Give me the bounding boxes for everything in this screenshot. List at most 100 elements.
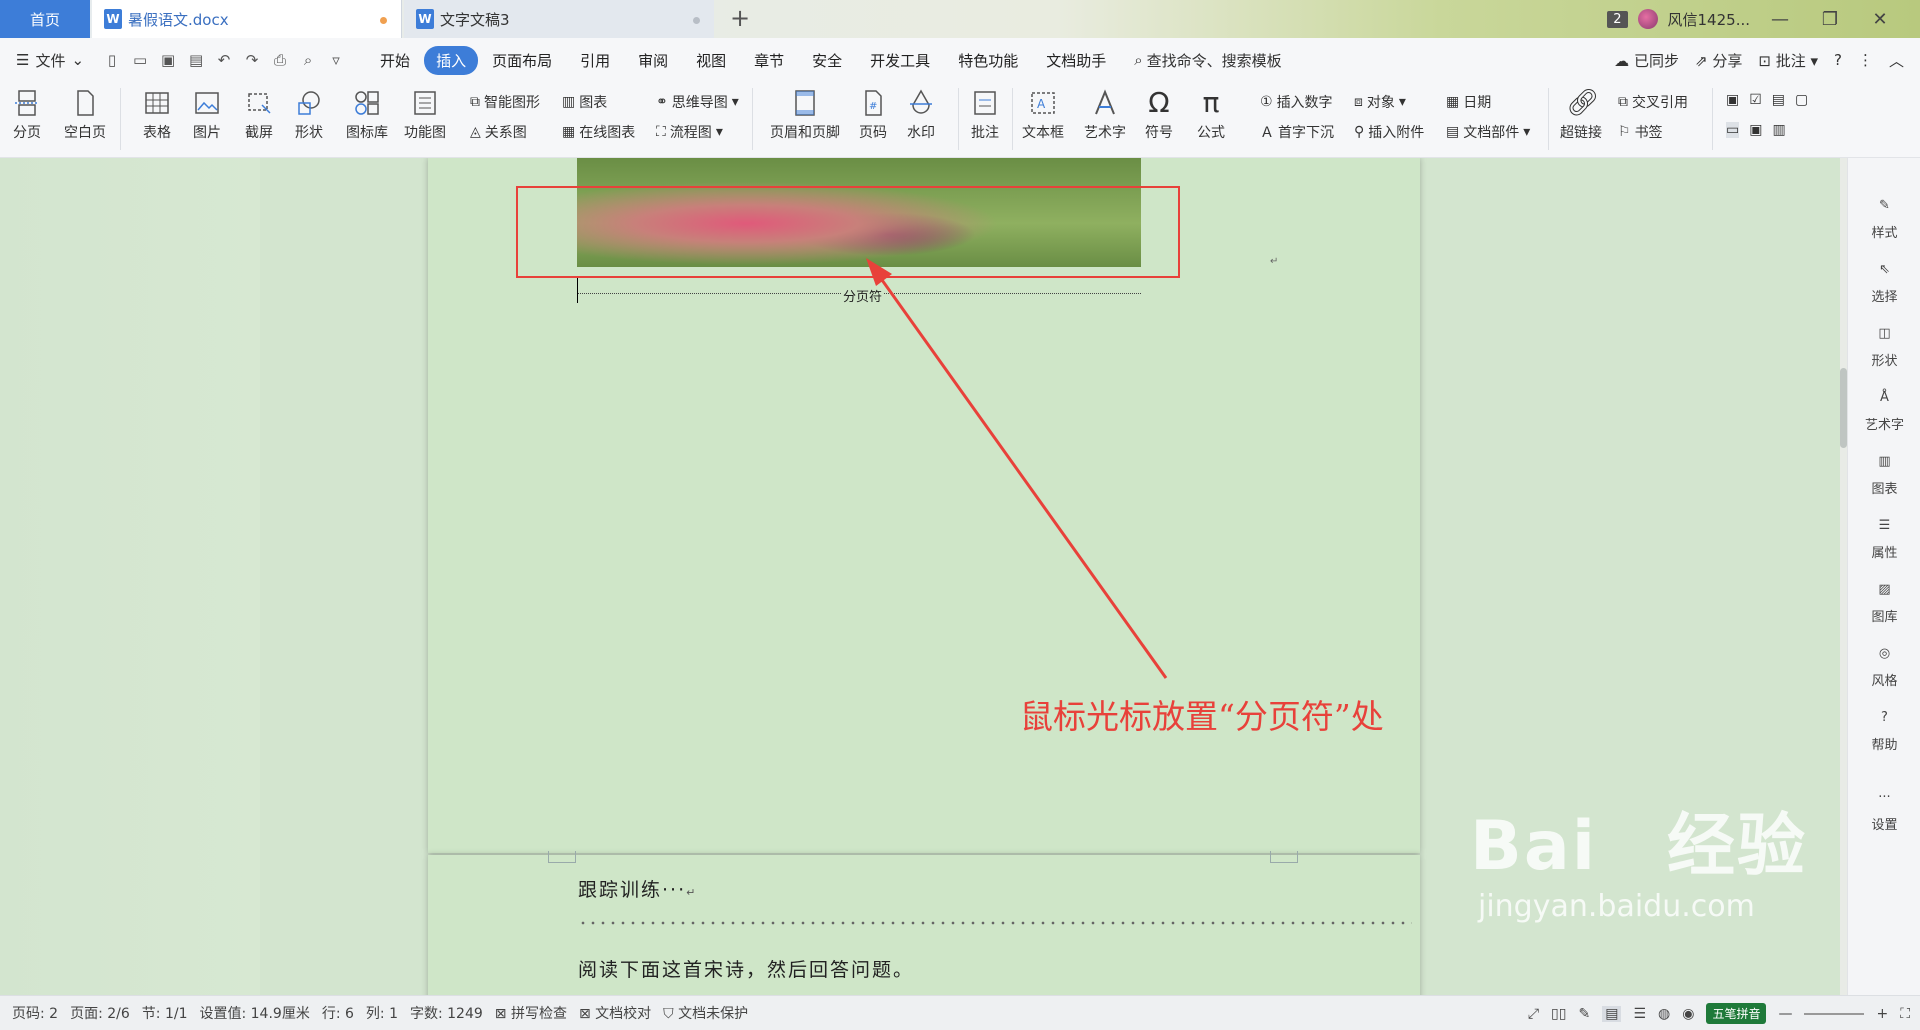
- mind-map-button[interactable]: ⚭ 思维导图 ▾: [656, 92, 739, 112]
- table-button[interactable]: 表格: [142, 88, 172, 142]
- tab-document-2[interactable]: W 文字文稿3: [404, 0, 714, 38]
- screenshot-button[interactable]: 截屏: [244, 88, 274, 142]
- panel-shape-button[interactable]: ◫ 形状: [1848, 326, 1920, 369]
- tab-references[interactable]: 引用: [566, 46, 624, 75]
- page-number-button[interactable]: # 页码: [858, 88, 888, 142]
- save-as-icon[interactable]: ▤: [186, 50, 206, 70]
- status-section[interactable]: 节: 1/1: [142, 1003, 188, 1023]
- eye-protect-icon[interactable]: ◉: [1682, 1006, 1694, 1022]
- wordart-button[interactable]: 艺术字: [1084, 88, 1126, 142]
- status-setting[interactable]: 设置值: 14.9厘米: [199, 1003, 309, 1023]
- zoom-slider[interactable]: [1804, 1012, 1865, 1015]
- close-icon[interactable]: ✕: [1860, 9, 1900, 30]
- layout-option-icon[interactable]: ▣: [1749, 122, 1762, 138]
- fullscreen-icon[interactable]: ⤢: [1528, 1006, 1539, 1022]
- command-search[interactable]: ⌕ 查找命令、搜索模板: [1120, 50, 1295, 71]
- minimize-icon[interactable]: —: [1760, 9, 1800, 30]
- cross-ref-button[interactable]: ⧉ 交叉引用: [1618, 92, 1688, 112]
- tab-home[interactable]: 首页: [0, 0, 90, 38]
- flow-chart-button[interactable]: ⛶ 流程图 ▾: [656, 122, 723, 142]
- tab-insert[interactable]: 插入: [424, 45, 479, 75]
- watermark-button[interactable]: 水印: [906, 88, 936, 142]
- status-col[interactable]: 列: 1: [366, 1003, 398, 1023]
- panel-properties-button[interactable]: ☰ 属性: [1848, 518, 1920, 561]
- open-folder-icon[interactable]: ▭: [130, 50, 150, 70]
- status-page[interactable]: 页面: 2/6: [70, 1003, 130, 1023]
- undo-icon[interactable]: ↶: [214, 50, 234, 70]
- edit-mode-icon[interactable]: ✎: [1578, 1006, 1590, 1022]
- read-mode-icon[interactable]: ▯▯: [1551, 1006, 1566, 1022]
- fit-window-icon[interactable]: ⛶: [1900, 1006, 1910, 1022]
- tab-developer[interactable]: 开发工具: [856, 46, 944, 75]
- doc-protect-button[interactable]: ⛉ 文档未保护: [663, 1003, 748, 1023]
- print-preview-icon[interactable]: ⌕: [298, 50, 318, 70]
- doc-proof-button[interactable]: ⊠ 文档校对: [579, 1003, 651, 1023]
- date-button[interactable]: ▦ 日期: [1446, 92, 1491, 112]
- avatar[interactable]: [1637, 9, 1658, 29]
- collapse-ribbon-icon[interactable]: ︿: [1889, 50, 1904, 71]
- web-view-icon[interactable]: ◍: [1658, 1006, 1670, 1022]
- smart-graphic-button[interactable]: ⧉ 智能图形: [470, 92, 540, 112]
- print-icon[interactable]: ⎙: [270, 50, 290, 70]
- zoom-out-icon[interactable]: —: [1778, 1006, 1792, 1022]
- more-icon[interactable]: ⋮: [1858, 51, 1873, 69]
- tab-start[interactable]: 开始: [366, 46, 424, 75]
- relation-chart-button[interactable]: ◬ 关系图: [470, 122, 527, 142]
- picture-button[interactable]: 图片: [192, 88, 222, 142]
- tab-security[interactable]: 安全: [798, 46, 856, 75]
- page-view-icon[interactable]: ▤: [1602, 1005, 1622, 1022]
- hyperlink-button[interactable]: 🔗︎ 超链接: [1560, 88, 1602, 142]
- spell-check-button[interactable]: ⊠ 拼写检查: [495, 1003, 567, 1023]
- tab-close-dot-icon[interactable]: [693, 17, 700, 24]
- tab-doc-assistant[interactable]: 文档助手: [1032, 46, 1120, 75]
- customize-dropdown-icon[interactable]: ▿: [326, 50, 346, 70]
- func-chart-button[interactable]: 功能图: [404, 88, 446, 142]
- shape-button[interactable]: 形状: [294, 88, 324, 142]
- tab-view[interactable]: 视图: [682, 46, 740, 75]
- online-chart-button[interactable]: ▦ 在线图表: [562, 122, 635, 142]
- panel-select-button[interactable]: ⇖ 选择: [1848, 262, 1920, 305]
- tab-features[interactable]: 特色功能: [944, 46, 1032, 75]
- bookmark-button[interactable]: ⚐ 书签: [1618, 122, 1663, 142]
- vertical-scrollbar[interactable]: [1840, 158, 1847, 995]
- formula-button[interactable]: π 公式: [1196, 88, 1226, 142]
- panel-wordart-button[interactable]: Å 艺术字: [1848, 390, 1920, 433]
- textbox-button[interactable]: A 文本框: [1022, 88, 1064, 142]
- window-count-badge[interactable]: 2: [1607, 10, 1628, 28]
- panel-style-button[interactable]: ✎ 样式: [1848, 198, 1920, 241]
- comment-menu-button[interactable]: ⊡ 批注 ▾: [1758, 50, 1818, 71]
- insert-number-button[interactable]: ① 插入数字: [1260, 92, 1333, 112]
- layout-option-icon[interactable]: ▢: [1795, 92, 1808, 108]
- page-break-button[interactable]: 分页: [12, 88, 42, 142]
- header-footer-button[interactable]: 页眉和页脚: [770, 88, 840, 142]
- layout-option-icon[interactable]: ▭: [1726, 122, 1740, 138]
- outline-view-icon[interactable]: ☰: [1633, 1006, 1646, 1022]
- status-page-code[interactable]: 页码: 2: [12, 1003, 58, 1023]
- sync-status-button[interactable]: ☁ 已同步: [1614, 50, 1679, 71]
- layout-option-icon[interactable]: ▤: [1772, 92, 1785, 108]
- drop-cap-button[interactable]: Ａ 首字下沉: [1260, 122, 1334, 142]
- status-word-count[interactable]: 字数: 1249: [410, 1003, 483, 1023]
- panel-theme-button[interactable]: ◎ 风格: [1848, 646, 1920, 689]
- object-button[interactable]: ⧈ 对象 ▾: [1354, 92, 1406, 112]
- user-name[interactable]: 风信1425...: [1668, 9, 1750, 30]
- restore-icon[interactable]: ❐: [1810, 9, 1850, 30]
- file-menu-button[interactable]: ☰ 文件 ⌄: [16, 50, 84, 71]
- panel-settings-button[interactable]: ··· 设置: [1848, 790, 1920, 833]
- scrollbar-thumb[interactable]: [1840, 368, 1847, 448]
- layout-option-icon[interactable]: ▥: [1772, 122, 1785, 138]
- redo-icon[interactable]: ↷: [242, 50, 262, 70]
- layout-option-icon[interactable]: ▣: [1726, 92, 1739, 108]
- panel-chart-button[interactable]: ▥ 图表: [1848, 454, 1920, 497]
- tab-document-active[interactable]: W 暑假语文.docx: [92, 0, 402, 38]
- comment-button[interactable]: 批注: [970, 88, 1000, 142]
- tab-review[interactable]: 审阅: [624, 46, 682, 75]
- help-icon[interactable]: ?: [1834, 51, 1842, 69]
- symbol-button[interactable]: Ω 符号: [1144, 88, 1174, 142]
- layout-option-icon[interactable]: ☑: [1749, 92, 1762, 108]
- icon-library-button[interactable]: 图标库: [346, 88, 388, 142]
- tab-chapter[interactable]: 章节: [740, 46, 798, 75]
- save-icon[interactable]: ▣: [158, 50, 178, 70]
- blank-page-button[interactable]: 空白页: [64, 88, 106, 142]
- status-row[interactable]: 行: 6: [322, 1003, 354, 1023]
